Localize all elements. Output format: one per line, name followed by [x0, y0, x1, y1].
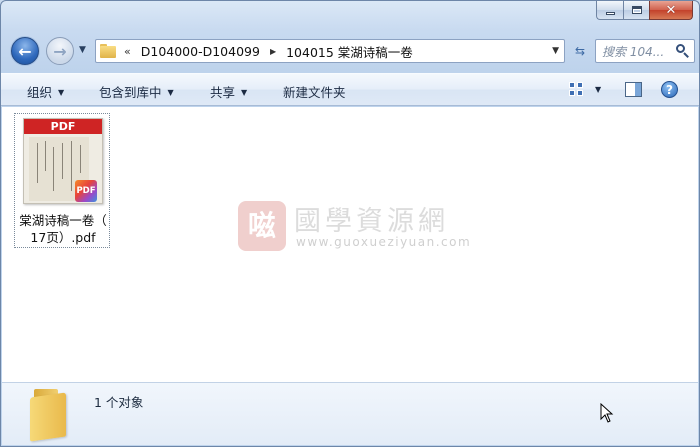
breadcrumb-item[interactable]: D104000-D104099 — [141, 44, 260, 59]
explorer-window: ✕ ← → ▼ « D104000-D104099 ▶ 104015 棠湖诗稿一… — [0, 0, 700, 447]
forward-button[interactable]: → — [46, 37, 74, 65]
maximize-icon — [631, 6, 642, 14]
watermark-seal-icon: 嗞 — [238, 201, 286, 251]
new-folder-button[interactable]: 新建文件夹 — [283, 82, 346, 101]
chevron-down-icon: ▼ — [241, 88, 248, 97]
arrow-left-icon: ← — [18, 41, 32, 61]
watermark: 嗞 國學資源網 www.guoxueziyuan.com — [238, 199, 518, 259]
organize-menu[interactable]: 组织 ▼ — [27, 82, 64, 101]
minimize-icon — [605, 11, 615, 15]
mouse-cursor-icon — [600, 403, 614, 423]
file-item[interactable]: PDF PDF 棠湖诗稿一卷（ 17页）.pdf — [14, 113, 110, 248]
arrow-right-icon: → — [53, 41, 67, 61]
view-options-dropdown-icon[interactable]: ▼ — [595, 85, 601, 94]
new-folder-label: 新建文件夹 — [283, 85, 346, 100]
breadcrumb-separator-icon[interactable]: ▶ — [270, 47, 276, 56]
include-in-library-label: 包含到库中 — [99, 85, 162, 100]
folder-icon — [100, 44, 116, 58]
search-icon[interactable] — [676, 44, 690, 58]
navigation-bar: ← → ▼ « D104000-D104099 ▶ 104015 棠湖诗稿一卷 … — [9, 34, 695, 68]
item-count: 1 个对象 — [94, 395, 144, 410]
refresh-icon: ⇆ — [574, 44, 586, 58]
breadcrumb-overflow-icon[interactable]: « — [124, 45, 131, 58]
command-bar: 组织 ▼ 包含到库中 ▼ 共享 ▼ 新建文件夹 ▼ ? — [1, 73, 699, 106]
close-button[interactable]: ✕ — [649, 1, 693, 20]
help-icon[interactable]: ? — [661, 81, 678, 98]
watermark-title: 國學資源網 — [294, 206, 449, 237]
share-menu[interactable]: 共享 ▼ — [210, 82, 247, 101]
recent-pages-dropdown[interactable]: ▼ — [79, 45, 86, 55]
change-view-icon[interactable] — [569, 82, 585, 98]
address-bar[interactable]: « D104000-D104099 ▶ 104015 棠湖诗稿一卷 ▼ — [95, 39, 565, 63]
chevron-down-icon: ▼ — [167, 88, 174, 97]
share-label: 共享 — [210, 85, 236, 100]
file-name-line-2: 17页）.pdf — [30, 230, 96, 245]
caption-buttons: ✕ — [596, 1, 693, 22]
pdf-app-icon: PDF — [75, 180, 97, 202]
include-in-library-menu[interactable]: 包含到库中 ▼ — [99, 82, 174, 101]
maximize-button[interactable] — [623, 1, 649, 20]
close-icon: ✕ — [665, 2, 677, 18]
minimize-button[interactable] — [596, 1, 623, 20]
refresh-button[interactable]: ⇆ — [569, 39, 591, 63]
file-name-line-1: 棠湖诗稿一卷（ — [19, 213, 107, 228]
breadcrumb-item-current[interactable]: 104015 棠湖诗稿一卷 — [286, 42, 413, 61]
search-input[interactable]: 搜索 104... — [595, 39, 695, 63]
pdf-banner: PDF — [24, 119, 102, 134]
watermark-url: www.guoxueziyuan.com — [296, 235, 472, 249]
address-dropdown-icon[interactable]: ▼ — [552, 46, 559, 56]
chevron-down-icon: ▼ — [58, 88, 65, 97]
organize-label: 组织 — [27, 85, 53, 100]
search-placeholder: 搜索 104... — [602, 44, 665, 59]
folder-icon — [28, 387, 72, 442]
back-button[interactable]: ← — [11, 37, 39, 65]
file-name: 棠湖诗稿一卷（ 17页）.pdf — [15, 212, 111, 246]
file-list-area[interactable]: PDF PDF 棠湖诗稿一卷（ 17页）.pdf 嗞 國學資源網 www.guo… — [2, 107, 698, 382]
details-pane: 1 个对象 — [2, 382, 698, 445]
preview-pane-icon[interactable] — [625, 82, 642, 97]
